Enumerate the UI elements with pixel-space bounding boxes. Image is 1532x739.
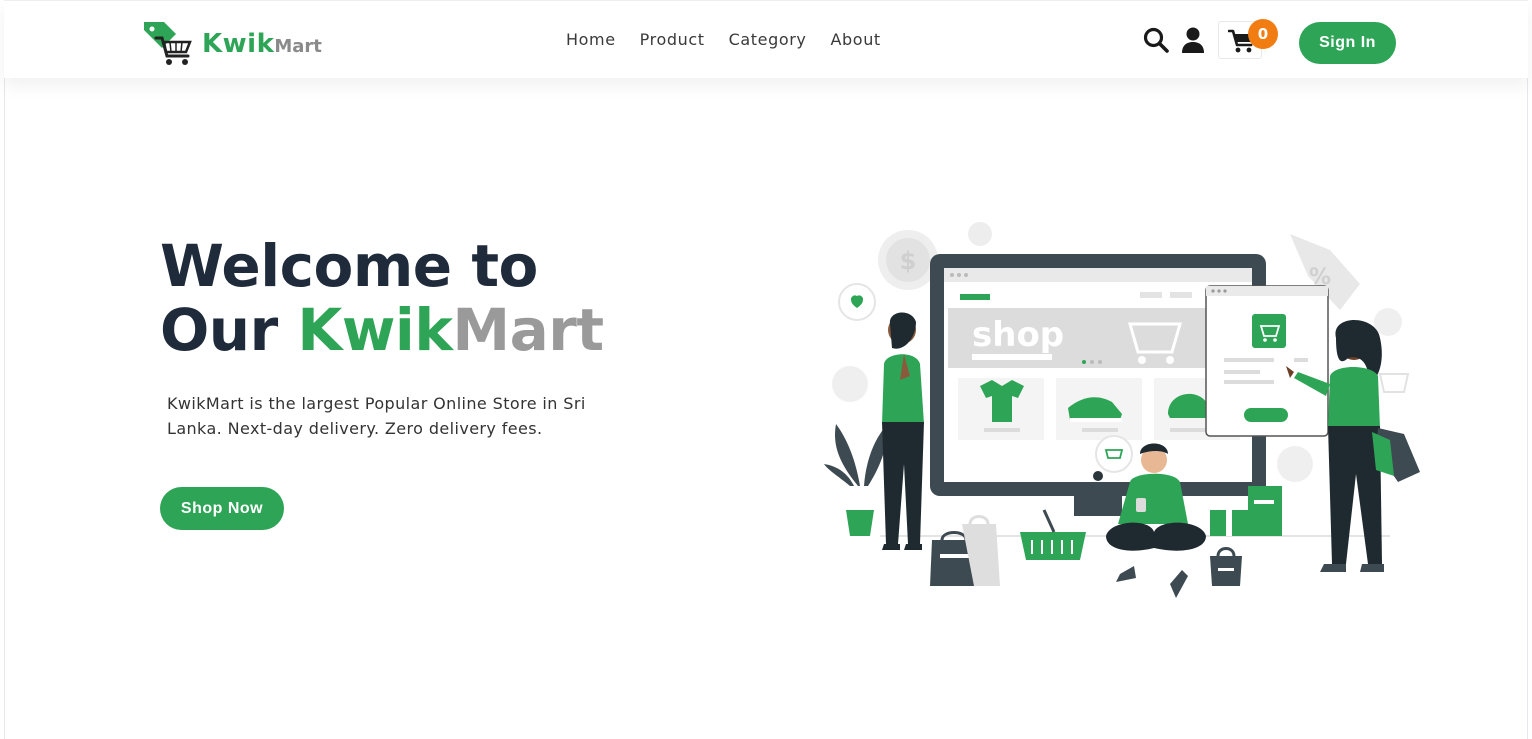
nav-link-home[interactable]: Home [566, 30, 616, 49]
brand-name-secondary: Mart [274, 36, 322, 57]
nav-link-about[interactable]: About [831, 30, 881, 49]
hero-title-mart: Mart [452, 296, 604, 364]
hero-title-prefix: Our [160, 296, 298, 364]
hero-description: KwikMart is the largest Popular Online S… [167, 394, 586, 438]
hero-title-line-2: Our KwikMart [160, 298, 604, 362]
nav-link-category[interactable]: Category [729, 30, 807, 49]
brand-name-primary: Kwik [202, 29, 275, 59]
hero-illustration: $ % shop [820, 214, 1430, 610]
hero-title: Welcome to Our KwikMart [160, 234, 604, 362]
brand-logo[interactable]: Kwik Mart [138, 18, 338, 70]
hero-title-kwik: Kwik [297, 296, 453, 364]
shop-now-button[interactable]: Shop Now [160, 487, 284, 530]
cart-count-badge: 0 [1248, 19, 1278, 49]
nav-link-product[interactable]: Product [640, 30, 705, 49]
user-icon[interactable] [1180, 26, 1206, 54]
svg-text:$: $ [900, 247, 917, 275]
main-nav: Home Product Category About [566, 30, 905, 49]
hero-title-line-1: Welcome to [160, 232, 538, 300]
illustration-screen-text: shop [972, 315, 1064, 355]
search-icon[interactable] [1142, 26, 1170, 54]
brand-wordmark: Kwik Mart [202, 29, 322, 59]
sign-in-button[interactable]: Sign In [1299, 22, 1396, 64]
shopping-cart-tag-icon [138, 18, 194, 70]
